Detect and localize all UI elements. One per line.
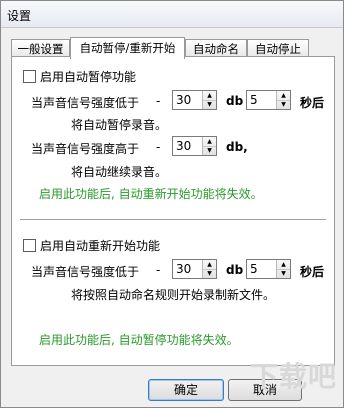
restart-low-db-unit: db <box>226 263 244 277</box>
pause-low-db-unit: db <box>226 94 244 108</box>
restart-low-db-stepper[interactable]: 30 ▲ ▼ <box>172 259 217 279</box>
stepper-buttons: ▲ ▼ <box>276 260 290 278</box>
ok-button[interactable]: 确定 <box>148 379 224 401</box>
stepper-buttons: ▲ ▼ <box>202 137 216 155</box>
title-bar[interactable]: 设置 <box>1 1 343 28</box>
auto-pause-checkbox-label: 启用自动暂停功能 <box>40 70 137 84</box>
pause-result-text: 将自动暂停录音。 <box>71 118 168 132</box>
auto-restart-checkbox-label: 启用自动重新开始功能 <box>40 239 161 253</box>
pause-low-db-value: 30 <box>176 93 192 107</box>
resume-high-db-unit: db, <box>226 140 248 154</box>
tab-general[interactable]: 一般设置 <box>11 39 70 57</box>
restart-result-text: 将按照自动命名规则开始录制新文件。 <box>71 288 276 302</box>
restart-low-db-value: 30 <box>176 262 192 276</box>
tab-auto-pause-restart[interactable]: 自动暂停/重新开始 <box>70 37 185 59</box>
stepper-buttons: ▲ ▼ <box>202 91 216 109</box>
pause-low-db-stepper[interactable]: 30 ▲ ▼ <box>172 90 217 110</box>
restart-seconds-suffix: 秒后 <box>300 265 325 279</box>
stepper-buttons: ▲ ▼ <box>202 260 216 278</box>
auto-restart-note: 启用此功能后, 自动暂停功能将失效。 <box>39 333 239 347</box>
restart-low-dash: - <box>156 263 161 277</box>
stepper-down-icon[interactable]: ▼ <box>277 100 290 109</box>
resume-high-prefix: 当声音信号强度高于 <box>31 142 140 156</box>
resume-result-text: 将自动继续录音。 <box>71 165 168 179</box>
tab-auto-stop[interactable]: 自动停止 <box>247 39 309 57</box>
stepper-down-icon[interactable]: ▼ <box>277 269 290 278</box>
watermark-logo: 下载吧 <box>249 360 337 393</box>
section-divider <box>20 219 326 221</box>
settings-dialog: 设置 一般设置 自动暂停/重新开始 自动命名 自动停止 启用自动暂停功能 当声音… <box>0 0 344 408</box>
pause-seconds-stepper[interactable]: 5 ▲ ▼ <box>246 90 291 110</box>
pause-seconds-suffix: 秒后 <box>300 96 325 110</box>
window-title: 设置 <box>7 9 32 23</box>
restart-seconds-value: 5 <box>250 262 258 276</box>
restart-seconds-stepper[interactable]: 5 ▲ ▼ <box>246 259 291 279</box>
tab-strip: 一般设置 自动暂停/重新开始 自动命名 自动停止 <box>11 37 335 59</box>
stepper-down-icon[interactable]: ▼ <box>203 269 216 278</box>
stepper-down-icon[interactable]: ▼ <box>203 146 216 155</box>
stepper-buttons: ▲ ▼ <box>276 91 290 109</box>
resume-high-db-value: 30 <box>176 139 192 153</box>
pause-low-dash: - <box>156 94 161 108</box>
restart-low-prefix: 当声音信号强度低于 <box>31 265 140 279</box>
stepper-down-icon[interactable]: ▼ <box>203 100 216 109</box>
auto-pause-note: 启用此功能后, 自动重新开始功能将失效。 <box>39 187 263 201</box>
auto-pause-checkbox[interactable] <box>23 70 36 83</box>
resume-high-dash: - <box>156 140 161 154</box>
tab-panel: 启用自动暂停功能 当声音信号强度低于 - 30 ▲ ▼ db 5 ▲ ▼ 秒后 … <box>11 56 335 366</box>
tab-auto-naming[interactable]: 自动命名 <box>185 39 247 57</box>
resume-high-db-stepper[interactable]: 30 ▲ ▼ <box>172 136 217 156</box>
pause-seconds-value: 5 <box>250 93 258 107</box>
auto-restart-checkbox[interactable] <box>23 239 36 252</box>
pause-low-prefix: 当声音信号强度低于 <box>31 96 140 110</box>
